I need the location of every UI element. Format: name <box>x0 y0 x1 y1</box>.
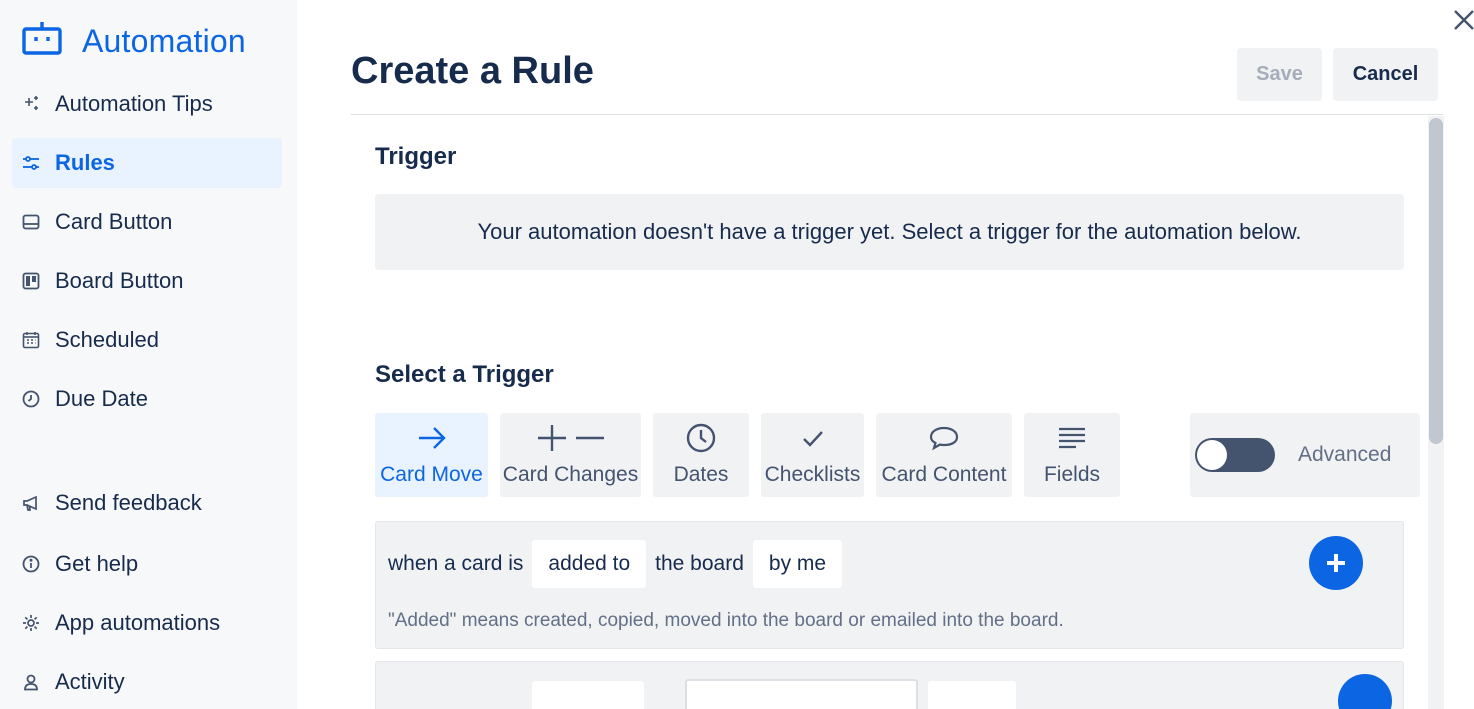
sidebar-item-send-feedback[interactable]: Send feedback <box>12 478 282 528</box>
tab-card-move[interactable]: Card Move <box>375 413 488 497</box>
sparkles-icon <box>20 93 42 115</box>
save-button[interactable]: Save <box>1237 48 1322 101</box>
tab-label: Checklists <box>764 463 861 486</box>
trigger-empty-message: Your automation doesn't have a trigger y… <box>375 194 1404 270</box>
brand-title: Automation <box>82 22 246 59</box>
rule-text: the board <box>655 552 744 575</box>
sidebar-item-card-button[interactable]: Card Button <box>12 197 282 247</box>
info-icon <box>20 553 42 575</box>
sliders-icon <box>20 152 42 174</box>
sidebar-item-label: Due Date <box>55 386 148 411</box>
sidebar-item-label: App automations <box>55 610 221 635</box>
plus-minus-icon <box>536 413 606 463</box>
gear-icon <box>20 612 42 634</box>
sidebar: Automation Automation Tips Rules Card Bu… <box>0 0 297 709</box>
sidebar-item-label: Board Button <box>55 268 184 293</box>
sidebar-item-label: Activity <box>55 669 125 694</box>
page-title: Create a Rule <box>351 50 594 92</box>
cancel-button[interactable]: Cancel <box>1333 48 1438 101</box>
lines-icon <box>1056 413 1088 463</box>
tab-card-changes[interactable]: Card Changes <box>500 413 641 497</box>
trigger-heading: Trigger <box>375 143 457 170</box>
tab-label: Dates <box>673 463 729 486</box>
tab-label: Card Changes <box>502 463 639 486</box>
sidebar-item-activity[interactable]: Activity <box>12 657 282 707</box>
select-trigger-heading: Select a Trigger <box>375 361 554 388</box>
calendar-icon <box>20 329 42 351</box>
add-trigger-button[interactable] <box>1338 674 1392 709</box>
close-icon[interactable] <box>1452 8 1474 32</box>
checkmark-icon <box>797 413 829 463</box>
tab-card-content[interactable]: Card Content <box>876 413 1012 497</box>
sidebar-item-label: Card Button <box>55 209 173 234</box>
clock-icon <box>20 388 42 410</box>
trigger-sentence: when a card is added to the board by me <box>388 540 851 588</box>
arrow-right-icon <box>416 413 448 463</box>
clock-icon <box>685 413 717 463</box>
robot-icon <box>22 21 62 62</box>
sidebar-item-label: Scheduled <box>55 327 159 352</box>
sidebar-item-label: Automation Tips <box>55 91 213 116</box>
sidebar-item-label: Send feedback <box>55 490 202 515</box>
sidebar-item-board-button[interactable]: Board Button <box>12 256 282 306</box>
megaphone-icon <box>20 492 42 514</box>
add-trigger-button[interactable] <box>1309 536 1363 590</box>
trigger-option-card <box>375 661 1404 709</box>
by-me-select[interactable]: by me <box>752 540 843 588</box>
header-divider <box>351 114 1443 115</box>
tab-label: Card Content <box>881 463 1007 486</box>
tab-fields[interactable]: Fields <box>1024 413 1120 497</box>
board-icon <box>20 270 42 292</box>
sidebar-item-scheduled[interactable]: Scheduled <box>12 315 282 365</box>
option-select[interactable] <box>532 681 644 709</box>
added-to-select[interactable]: added to <box>532 540 647 588</box>
scrollbar-thumb[interactable] <box>1429 118 1443 444</box>
tab-label: Fields <box>1043 463 1101 486</box>
sidebar-item-rules[interactable]: Rules <box>12 138 282 188</box>
tab-label: Card Move <box>380 463 483 486</box>
advanced-label: Advanced <box>1298 443 1392 466</box>
advanced-toggle-container: Advanced <box>1190 413 1420 497</box>
card-button-icon <box>20 211 42 233</box>
sidebar-item-app-automations[interactable]: App automations <box>12 598 282 648</box>
sidebar-item-automation-tips[interactable]: Automation Tips <box>12 79 282 129</box>
text-field[interactable] <box>685 679 918 709</box>
sidebar-item-label: Rules <box>55 150 115 175</box>
tab-dates[interactable]: Dates <box>653 413 749 497</box>
option-select[interactable] <box>928 681 1016 709</box>
trigger-option-card: when a card is added to the board by me … <box>375 521 1404 649</box>
sidebar-item-get-help[interactable]: Get help <box>12 539 282 589</box>
advanced-toggle[interactable] <box>1195 438 1275 472</box>
rule-note: "Added" means created, copied, moved int… <box>388 610 1064 631</box>
sidebar-item-due-date[interactable]: Due Date <box>12 374 282 424</box>
toggle-knob <box>1197 440 1227 470</box>
speech-bubble-icon <box>928 413 960 463</box>
tab-checklists[interactable]: Checklists <box>761 413 864 497</box>
person-icon <box>20 671 42 693</box>
brand: Automation <box>22 20 246 62</box>
sidebar-item-label: Get help <box>55 551 139 576</box>
rule-text: when a card is <box>388 552 524 575</box>
